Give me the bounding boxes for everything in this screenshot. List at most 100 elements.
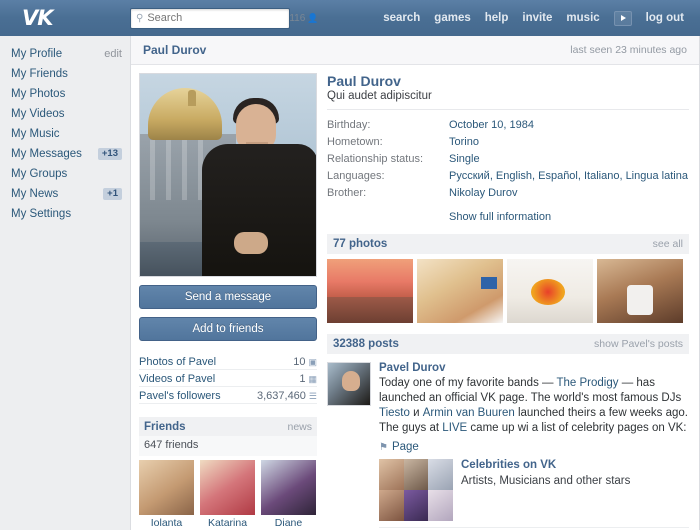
sidebar-item-label: My Friends — [11, 68, 122, 80]
search-icon: ⚲ — [136, 13, 143, 24]
sidebar-item-my-friends[interactable]: My Friends — [0, 64, 130, 84]
post-inline-link[interactable]: Tiesto — [379, 407, 410, 419]
profile-status: Qui audet adipiscitur — [327, 90, 689, 110]
search-count: 116 👤 — [289, 13, 318, 24]
info-key: Brother: — [327, 185, 449, 202]
search-input[interactable] — [147, 12, 289, 24]
attachment-title[interactable]: Celebrities on VK — [461, 459, 630, 471]
sidebar-item-my-music[interactable]: My Music — [0, 124, 130, 144]
friend-name: Diane — [261, 517, 316, 529]
page-title: Paul Durov — [327, 73, 689, 89]
show-posts-link[interactable]: show Pavel's posts — [594, 338, 683, 350]
table-row: Relationship status: Single — [327, 151, 689, 168]
top-navigation-bar: VK ⚲ 116 👤 search games help invite musi… — [0, 0, 700, 36]
info-value[interactable]: Single — [449, 151, 689, 168]
nav-games[interactable]: games — [434, 12, 470, 24]
info-key: Languages: — [327, 168, 449, 185]
friends-list: Iolanta Katarina Diane — [139, 460, 317, 529]
friends-count: 647 friends — [139, 436, 317, 456]
stat-pavels-followers[interactable]: Pavel's followers 3,637,460 ☰ — [139, 387, 317, 404]
list-item[interactable]: Iolanta — [139, 460, 194, 529]
send-message-button[interactable]: Send a message — [139, 285, 317, 309]
info-key: Hometown: — [327, 134, 449, 151]
profile-header-name: Paul Durov — [143, 43, 570, 57]
messages-badge: +13 — [98, 148, 122, 160]
sidebar-edit-link[interactable]: edit — [104, 48, 122, 60]
list-item[interactable]: Katarina — [200, 460, 255, 529]
sidebar-item-label: My Settings — [11, 208, 122, 220]
sidebar: My Profile edit My Friends My Photos My … — [0, 36, 130, 530]
post-inline-link[interactable]: LIVE — [442, 422, 467, 434]
friends-news-link[interactable]: news — [287, 421, 312, 433]
stat-label: Videos of Pavel — [139, 373, 299, 385]
list-item[interactable]: Diane — [261, 460, 316, 529]
sidebar-item-label: My Messages — [11, 148, 98, 160]
page-label: Page — [392, 441, 419, 453]
photo-thumbnail[interactable] — [597, 259, 683, 323]
sidebar-item-my-profile[interactable]: My Profile edit — [0, 44, 130, 64]
stat-label: Photos of Pavel — [139, 356, 293, 368]
profile-stats: Photos of Pavel 10 ▣ Videos of Pavel 1 ▦… — [139, 353, 317, 404]
stat-label: Pavel's followers — [139, 390, 257, 402]
photos-see-all-link[interactable]: see all — [653, 238, 683, 250]
sidebar-item-label: My News — [11, 188, 103, 200]
friend-name: Iolanta — [139, 517, 194, 529]
person-icon: 👤 — [307, 13, 318, 24]
last-seen-status: last seen 23 minutes ago — [570, 44, 687, 56]
nav-music[interactable]: music — [566, 12, 599, 24]
nav-help[interactable]: help — [485, 12, 509, 24]
top-nav-links: search games help invite music log out — [383, 11, 684, 26]
info-value[interactable]: Torino — [449, 134, 689, 151]
people-icon: ☰ — [309, 391, 317, 402]
sidebar-item-my-photos[interactable]: My Photos — [0, 84, 130, 104]
profile-photo[interactable] — [139, 73, 317, 277]
sidebar-item-my-messages[interactable]: My Messages +13 — [0, 144, 130, 164]
post-inline-link[interactable]: Armin van Buuren — [423, 407, 515, 419]
search-count-value: 116 — [289, 13, 305, 24]
post-attachment[interactable]: Celebrities on VK Artists, Musicians and… — [379, 459, 689, 521]
info-key: Relationship status: — [327, 151, 449, 168]
attachment-subtitle: Artists, Musicians and other stars — [461, 475, 630, 487]
avatar — [200, 460, 255, 515]
sidebar-item-my-groups[interactable]: My Groups — [0, 164, 130, 184]
play-icon[interactable] — [614, 11, 632, 26]
post-text: Today one of my favorite bands — The Pro… — [379, 376, 689, 436]
vk-logo[interactable]: VK — [0, 6, 130, 30]
avatar[interactable] — [327, 362, 371, 406]
info-value[interactable]: October 10, 1984 — [449, 117, 689, 134]
sidebar-item-my-settings[interactable]: My Settings — [0, 204, 130, 224]
attachment-thumbnail — [379, 459, 453, 521]
stat-value: 10 — [293, 356, 305, 368]
info-value[interactable]: Nikolay Durov — [449, 185, 689, 202]
flag-icon: ⚑ — [379, 442, 388, 453]
table-row: Birthday: October 10, 1984 — [327, 117, 689, 134]
logout-link[interactable]: log out — [646, 12, 684, 24]
table-row: Hometown: Torino — [327, 134, 689, 151]
table-row: Brother: Nikolay Durov — [327, 185, 689, 202]
search-box[interactable]: ⚲ 116 👤 — [130, 8, 290, 29]
post-inline-link[interactable]: The Prodigy — [557, 377, 619, 389]
post-author[interactable]: Pavel Durov — [379, 362, 689, 374]
nav-search[interactable]: search — [383, 12, 420, 24]
photo-thumbnail[interactable] — [327, 259, 413, 323]
photo-thumbnail[interactable] — [507, 259, 593, 323]
photos-section-header: 77 photos see all — [327, 234, 689, 254]
sidebar-item-label: My Videos — [11, 108, 122, 120]
photo-thumbnail[interactable] — [417, 259, 503, 323]
sidebar-item-my-videos[interactable]: My Videos — [0, 104, 130, 124]
nav-invite[interactable]: invite — [522, 12, 552, 24]
add-to-friends-button[interactable]: Add to friends — [139, 317, 317, 341]
stat-photos-of-pavel[interactable]: Photos of Pavel 10 ▣ — [139, 353, 317, 370]
info-value[interactable]: Русский, English, Español, Italiano, Lin… — [449, 168, 689, 185]
sidebar-item-label: My Groups — [11, 168, 122, 180]
post-page-link[interactable]: ⚑ Page — [379, 441, 689, 453]
friend-name: Katarina — [200, 517, 255, 529]
stat-videos-of-pavel[interactable]: Videos of Pavel 1 ▦ — [139, 370, 317, 387]
sidebar-item-my-news[interactable]: My News +1 — [0, 184, 130, 204]
friends-title: Friends — [144, 421, 287, 433]
sidebar-item-label: My Music — [11, 128, 122, 140]
show-full-information-link[interactable]: Show full information — [449, 211, 689, 223]
profile-header: Paul Durov last seen 23 minutes ago — [131, 36, 699, 65]
avatar — [261, 460, 316, 515]
profile-left-column: Send a message Add to friends Photos of … — [131, 65, 327, 530]
